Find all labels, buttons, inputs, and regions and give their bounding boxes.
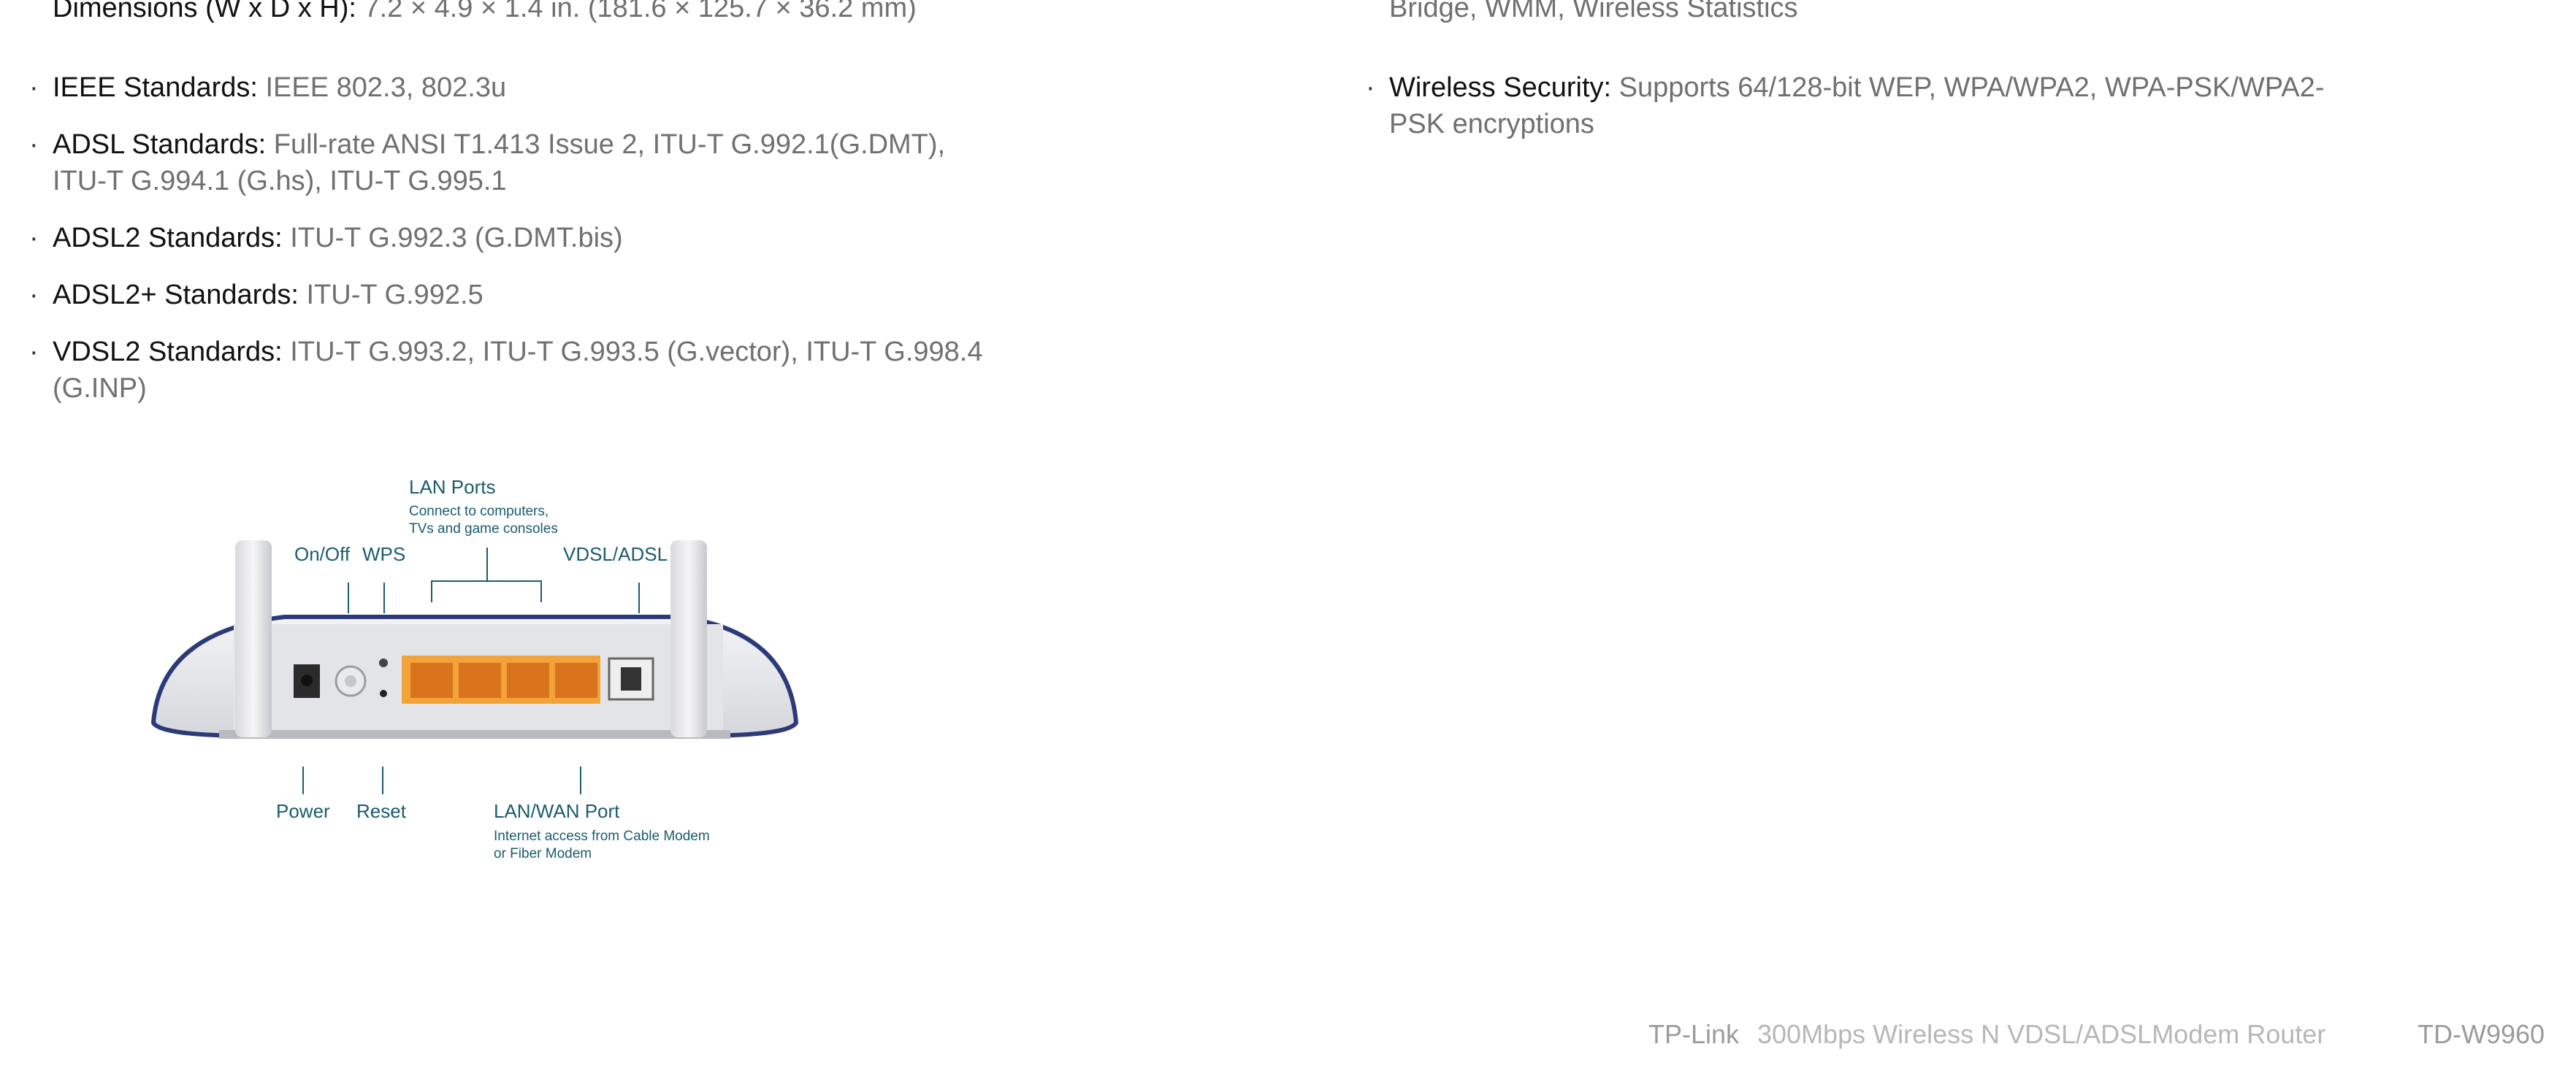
leader-vdsl: [638, 583, 640, 613]
clipped-spec-wireless-functions: Bridge, WMM, Wireless Statistics: [1366, 0, 1798, 26]
leader-lan-bar: [431, 580, 542, 582]
spec-value: Bridge, WMM, Wireless Statistics: [1389, 0, 1798, 23]
spec-key: Wireless Security:: [1389, 72, 1612, 103]
label-reset: Reset: [356, 800, 406, 822]
spec-key: IEEE Standards:: [53, 72, 258, 103]
footer-product: 300Mbps Wireless N VDSL/ADSLModem Router: [1757, 1019, 2326, 1049]
spec-value: IEEE 802.3, 802.3u: [257, 72, 507, 103]
leader-lan-wan: [580, 767, 581, 794]
spec-item-ieee: IEEE Standards: IEEE 802.3, 802.3u: [29, 69, 1001, 106]
spec-key: Dimensions (W x D x H):: [53, 0, 356, 23]
leader-power: [302, 767, 304, 794]
spec-item-adsl2plus: ADSL2+ Standards: ITU-T G.992.5: [29, 277, 1001, 313]
label-power: Power: [276, 800, 330, 822]
label-on-off: On/Off: [294, 543, 351, 565]
label-lan-wan-desc-1: Internet access from Cable Modem: [494, 829, 710, 844]
leader-reset: [382, 767, 383, 794]
spec-item-adsl: ADSL Standards: Full-rate ANSI T1.413 Is…: [29, 126, 1001, 199]
label-vdsl-adsl: VDSL/ADSL: [563, 543, 668, 565]
spec-value: ITU-T G.992.5: [298, 280, 484, 310]
label-lan-wan-desc-2: or Fiber Modem: [494, 846, 592, 861]
leader-wps: [383, 583, 385, 613]
spec-key: ADSL2 Standards:: [53, 223, 283, 253]
spec-value: ITU-T G.992.3 (G.DMT.bis): [282, 223, 623, 253]
spec-item-wireless-security: Wireless Security: Supports 64/128-bit W…: [1366, 69, 2337, 142]
spec-item-adsl2: ADSL2 Standards: ITU-T G.992.3 (G.DMT.bi…: [29, 220, 1001, 256]
footer-brand: TP-Link: [1648, 1019, 1740, 1049]
label-lan-ports-desc-2: TVs and game consoles: [409, 521, 558, 537]
label-lan-ports-desc-1: Connect to computers,: [409, 504, 549, 519]
leader-lan-left: [431, 580, 432, 602]
clipped-spec-dimensions: Dimensions (W x D x H): 7.2 × 4.9 × 1.4 …: [29, 0, 917, 26]
spec-list-left: IEEE Standards: IEEE 802.3, 802.3u ADSL …: [29, 69, 1001, 427]
footer-model: TD-W9960: [2418, 1019, 2545, 1049]
spec-value: 7.2 × 4.9 × 1.4 in. (181.6 × 125.7 × 36.…: [356, 0, 917, 23]
leader-lan-stem: [486, 548, 488, 581]
spec-key: ADSL2+ Standards:: [53, 280, 299, 310]
spec-list-right: Wireless Security: Supports 64/128-bit W…: [1366, 69, 2337, 163]
spec-item-vdsl2: VDSL2 Standards: ITU-T G.993.2, ITU-T G.…: [29, 334, 1001, 407]
leader-on-off: [348, 583, 349, 613]
label-lan-ports: LAN Ports: [409, 476, 496, 498]
spec-key: ADSL Standards:: [53, 129, 267, 160]
spec-key: VDSL2 Standards:: [53, 337, 283, 367]
label-wps: WPS: [362, 543, 406, 565]
label-lan-wan-port: LAN/WAN Port: [494, 800, 620, 822]
router-back-panel-diagram: LAN Ports Connect to computers, TVs and …: [110, 467, 840, 876]
leader-lan-right: [540, 580, 542, 602]
